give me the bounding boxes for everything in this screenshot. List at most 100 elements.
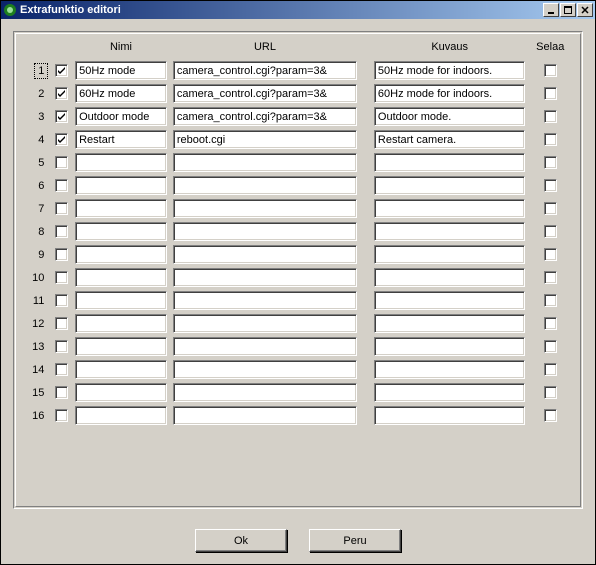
enabled-checkbox[interactable] xyxy=(55,64,68,77)
enabled-checkbox[interactable] xyxy=(55,156,68,169)
dialog-window: Extrafunktio editori Nimi URL xyxy=(0,0,596,565)
selaa-checkbox[interactable] xyxy=(544,133,557,146)
minimize-button[interactable] xyxy=(543,3,559,17)
nimi-input[interactable] xyxy=(75,406,167,425)
enabled-checkbox[interactable] xyxy=(55,317,68,330)
url-input[interactable] xyxy=(173,130,357,149)
ok-button[interactable]: Ok xyxy=(195,529,287,552)
selaa-checkbox[interactable] xyxy=(544,225,557,238)
nimi-input[interactable] xyxy=(75,199,167,218)
selaa-checkbox[interactable] xyxy=(544,363,557,376)
enabled-checkbox[interactable] xyxy=(55,202,68,215)
table-row: 14 xyxy=(24,358,572,381)
kuvaus-input[interactable] xyxy=(374,406,526,425)
maximize-button[interactable] xyxy=(560,3,576,17)
nimi-input[interactable] xyxy=(75,245,167,264)
selaa-checkbox[interactable] xyxy=(544,156,557,169)
enabled-checkbox[interactable] xyxy=(55,248,68,261)
url-input[interactable] xyxy=(173,176,357,195)
selaa-checkbox[interactable] xyxy=(544,110,557,123)
selaa-checkbox[interactable] xyxy=(544,271,557,284)
nimi-input[interactable] xyxy=(75,291,167,310)
enabled-checkbox[interactable] xyxy=(55,271,68,284)
kuvaus-input[interactable] xyxy=(374,61,526,80)
nimi-input[interactable] xyxy=(75,360,167,379)
enabled-checkbox[interactable] xyxy=(55,133,68,146)
url-input[interactable] xyxy=(173,314,357,333)
table-row: 13 xyxy=(24,335,572,358)
nimi-input[interactable] xyxy=(75,130,167,149)
selaa-checkbox[interactable] xyxy=(544,340,557,353)
nimi-input[interactable] xyxy=(75,107,167,126)
kuvaus-input[interactable] xyxy=(374,291,526,310)
selaa-checkbox[interactable] xyxy=(544,202,557,215)
row-number: 2 xyxy=(35,87,47,101)
kuvaus-input[interactable] xyxy=(374,268,526,287)
url-input[interactable] xyxy=(173,245,357,264)
kuvaus-input[interactable] xyxy=(374,222,526,241)
kuvaus-input[interactable] xyxy=(374,153,526,172)
selaa-checkbox[interactable] xyxy=(544,294,557,307)
nimi-input[interactable] xyxy=(75,314,167,333)
selaa-checkbox[interactable] xyxy=(544,179,557,192)
row-number: 7 xyxy=(35,202,47,216)
nimi-input[interactable] xyxy=(75,383,167,402)
nimi-input[interactable] xyxy=(75,337,167,356)
kuvaus-input[interactable] xyxy=(374,337,526,356)
enabled-checkbox[interactable] xyxy=(55,110,68,123)
enabled-checkbox[interactable] xyxy=(55,179,68,192)
row-number: 9 xyxy=(35,248,47,262)
table-row: 15 xyxy=(24,381,572,404)
url-input[interactable] xyxy=(173,360,357,379)
enabled-checkbox[interactable] xyxy=(55,294,68,307)
kuvaus-input[interactable] xyxy=(374,199,526,218)
kuvaus-input[interactable] xyxy=(374,84,526,103)
url-input[interactable] xyxy=(173,337,357,356)
selaa-checkbox[interactable] xyxy=(544,409,557,422)
nimi-input[interactable] xyxy=(75,268,167,287)
header-nimi: Nimi xyxy=(72,40,170,59)
url-input[interactable] xyxy=(173,61,357,80)
url-input[interactable] xyxy=(173,153,357,172)
nimi-input[interactable] xyxy=(75,176,167,195)
kuvaus-input[interactable] xyxy=(374,314,526,333)
selaa-checkbox[interactable] xyxy=(544,64,557,77)
row-number: 1 xyxy=(35,64,47,78)
table-row: 4 xyxy=(24,128,572,151)
kuvaus-input[interactable] xyxy=(374,107,526,126)
button-bar: Ok Peru xyxy=(1,521,595,564)
kuvaus-input[interactable] xyxy=(374,130,526,149)
selaa-checkbox[interactable] xyxy=(544,87,557,100)
table-row: 12 xyxy=(24,312,572,335)
url-input[interactable] xyxy=(173,84,357,103)
selaa-checkbox[interactable] xyxy=(544,386,557,399)
url-input[interactable] xyxy=(173,107,357,126)
kuvaus-input[interactable] xyxy=(374,360,526,379)
url-input[interactable] xyxy=(173,291,357,310)
selaa-checkbox[interactable] xyxy=(544,248,557,261)
url-input[interactable] xyxy=(173,268,357,287)
enabled-checkbox[interactable] xyxy=(55,409,68,422)
enabled-checkbox[interactable] xyxy=(55,225,68,238)
nimi-input[interactable] xyxy=(75,61,167,80)
nimi-input[interactable] xyxy=(75,222,167,241)
nimi-input[interactable] xyxy=(75,84,167,103)
enabled-checkbox[interactable] xyxy=(55,386,68,399)
header-url: URL xyxy=(170,40,360,59)
enabled-checkbox[interactable] xyxy=(55,340,68,353)
selaa-checkbox[interactable] xyxy=(544,317,557,330)
kuvaus-input[interactable] xyxy=(374,176,526,195)
table-row: 9 xyxy=(24,243,572,266)
enabled-checkbox[interactable] xyxy=(55,363,68,376)
nimi-input[interactable] xyxy=(75,153,167,172)
row-number: 11 xyxy=(30,294,47,308)
url-input[interactable] xyxy=(173,383,357,402)
kuvaus-input[interactable] xyxy=(374,245,526,264)
close-button[interactable] xyxy=(577,3,593,17)
cancel-button[interactable]: Peru xyxy=(309,529,401,552)
kuvaus-input[interactable] xyxy=(374,383,526,402)
url-input[interactable] xyxy=(173,406,357,425)
enabled-checkbox[interactable] xyxy=(55,87,68,100)
url-input[interactable] xyxy=(173,199,357,218)
url-input[interactable] xyxy=(173,222,357,241)
